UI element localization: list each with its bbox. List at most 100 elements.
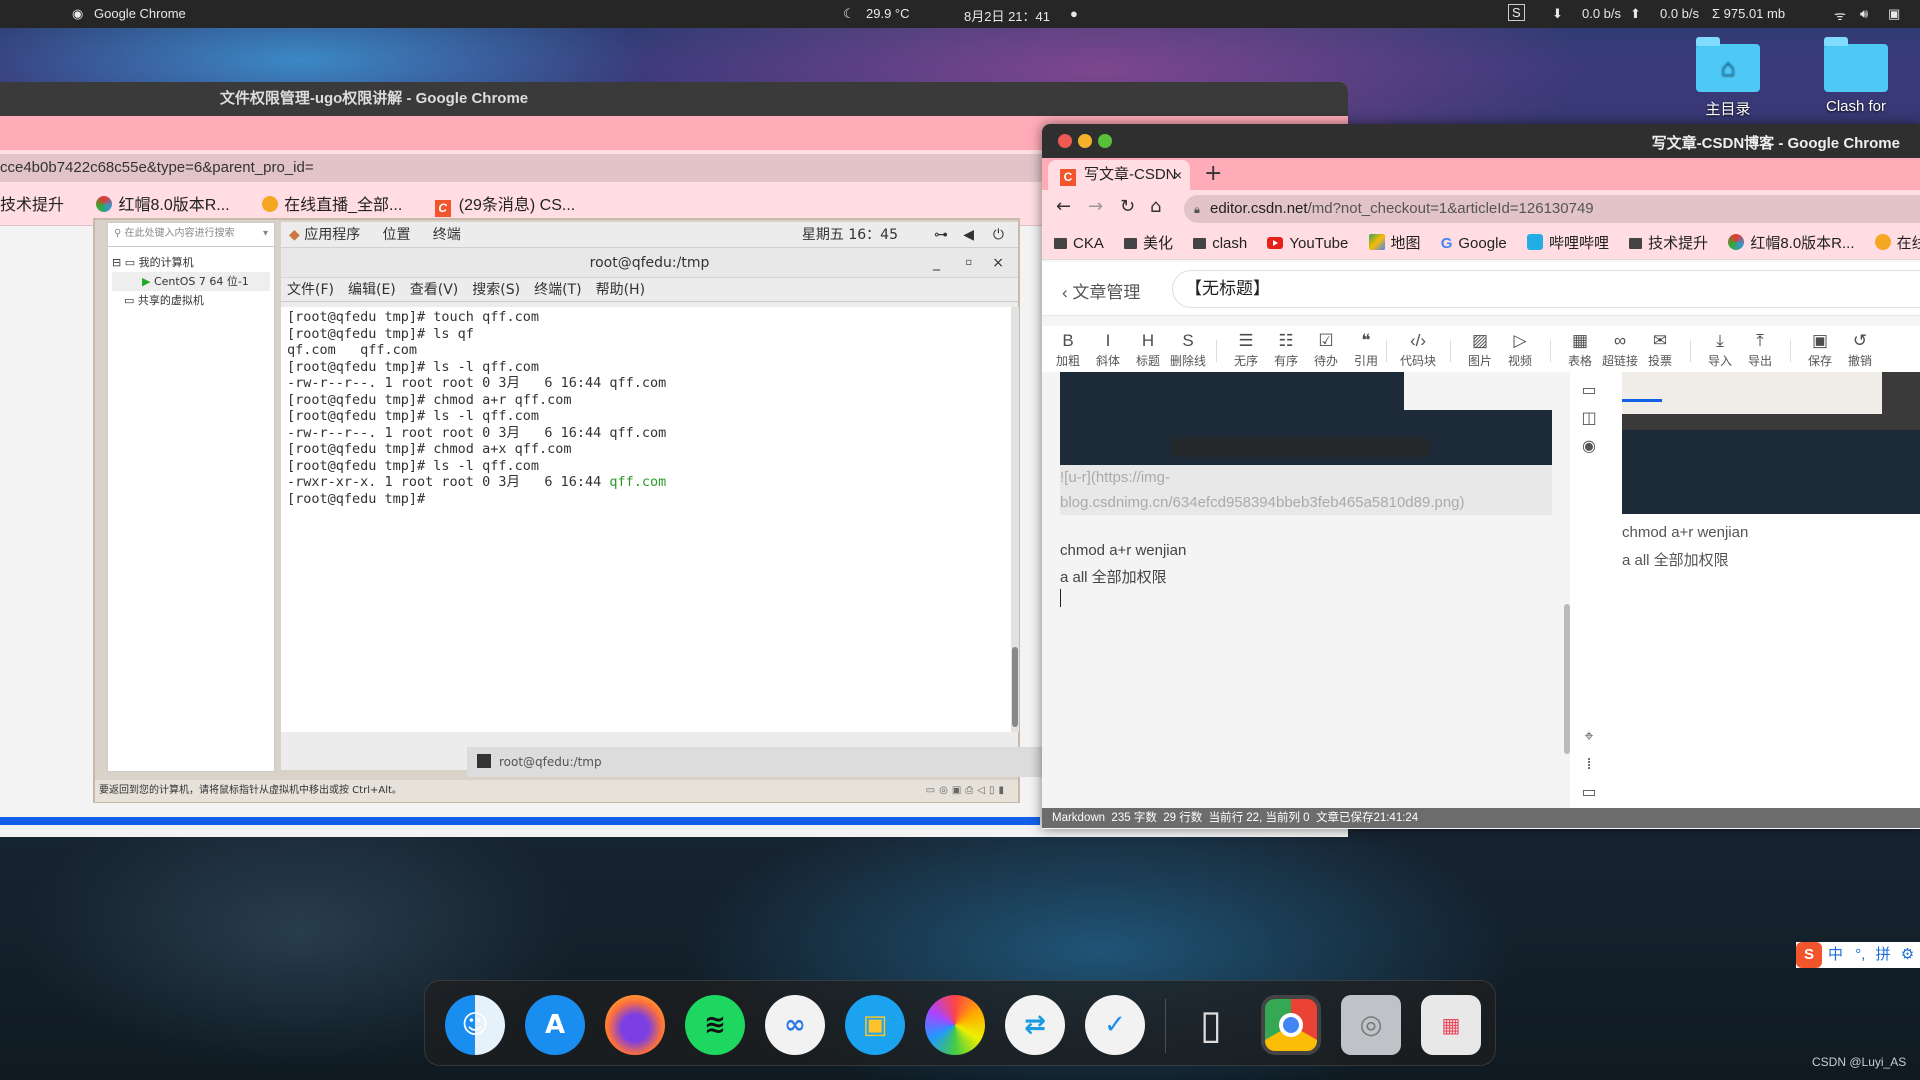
firefox-icon[interactable]: [605, 995, 665, 1055]
toolbar-button[interactable]: ▣ 保存: [1802, 330, 1838, 369]
bookmark-item[interactable]: 哔哩哔哩: [1526, 234, 1609, 252]
menu-file[interactable]: 文件(F): [287, 282, 334, 298]
new-tab-button[interactable]: +: [1204, 160, 1222, 188]
vm-guest-screen[interactable]: ◆ 应用程序 位置 终端 星期五 16：45 ⊶ ◀ ⏻ root@qfedu:…: [281, 222, 1197, 777]
bookmark-item[interactable]: 在线直播_全部...: [262, 196, 416, 214]
menu-help[interactable]: 帮助(H): [596, 282, 645, 298]
clock[interactable]: 8月2日 21：41: [964, 6, 1050, 25]
maximize-icon[interactable]: ▫: [965, 248, 972, 278]
taskbar-terminal-item[interactable]: root@qfedu:/tmp: [499, 755, 602, 769]
bookmark-item[interactable]: C (29条消息) CS...: [434, 197, 589, 217]
teamviewer-icon[interactable]: ⇄: [1005, 995, 1065, 1055]
desktop-icon-clash[interactable]: Clash for: [1811, 37, 1901, 115]
app-store-icon[interactable]: A: [525, 995, 585, 1055]
gnome-menu-places[interactable]: 位置: [382, 227, 410, 243]
bookmark-item[interactable]: 技术提升: [0, 197, 78, 214]
ime-pinyin[interactable]: 拼: [1876, 946, 1891, 963]
gear-icon[interactable]: ⚙: [1901, 946, 1914, 963]
bookmark-item[interactable]: clash: [1193, 235, 1247, 252]
minimize-icon[interactable]: _: [933, 248, 940, 278]
bookmark-item[interactable]: 红帽8.0版本R...: [96, 196, 243, 214]
gnome-menu-terminal[interactable]: 终端: [433, 227, 461, 243]
sync-scroll-icon[interactable]: ⁞: [1580, 754, 1598, 773]
vm-device-icons[interactable]: ▭◎▣⎙◁▯▮: [926, 780, 1008, 802]
menu-terminal[interactable]: 终端(T): [534, 282, 581, 298]
toolbar-button[interactable]: I 斜体: [1090, 330, 1126, 369]
toolbar-button[interactable]: ☰ 无序: [1228, 330, 1264, 369]
forward-icon[interactable]: →: [1088, 196, 1103, 217]
photos-icon[interactable]: [925, 995, 985, 1055]
address-bar[interactable]: 🔒︎ editor.csdn.net/md?not_checkout=1&arti…: [1184, 195, 1920, 223]
vm-search-input[interactable]: ⚲ 在此处键入内容进行搜索 ▾: [108, 223, 274, 247]
dropdown-icon[interactable]: ▾: [263, 223, 268, 245]
toolbar-button[interactable]: ✉ 投票: [1642, 330, 1678, 369]
split-view-icon[interactable]: ◫: [1580, 408, 1598, 427]
toolbar-button[interactable]: ∞ 超链接: [1602, 330, 1638, 369]
bookmark-item[interactable]: 在线: [1874, 234, 1920, 252]
chrome-icon[interactable]: [1261, 995, 1321, 1055]
menu-edit[interactable]: 编辑(E): [348, 282, 396, 298]
volume-icon[interactable]: ◀: [963, 222, 974, 248]
reload-icon[interactable]: ↻: [1120, 196, 1135, 217]
editor-only-icon[interactable]: ▭: [1580, 380, 1598, 399]
battery-icon[interactable]: ▣: [1888, 6, 1900, 22]
sogou-icon[interactable]: S: [1796, 942, 1822, 968]
toolbar-button[interactable]: ☑ 待办: [1308, 330, 1344, 369]
toolbar-button[interactable]: B 加粗: [1050, 330, 1086, 369]
bookmark-item[interactable]: CKA: [1054, 235, 1104, 252]
finder-icon[interactable]: ☺: [445, 995, 505, 1055]
toolbar-button[interactable]: ‹/› 代码块: [1400, 330, 1436, 369]
desktop-icon-home[interactable]: ⌂ 主目录: [1683, 37, 1773, 119]
toolbar-button[interactable]: ⤓ 导入: [1702, 330, 1738, 369]
bookmark-item[interactable]: 红帽8.0版本R...: [1728, 234, 1855, 252]
volume-icon[interactable]: 🔊︎: [1860, 6, 1868, 22]
bookmark-item[interactable]: 美化: [1124, 235, 1173, 252]
power-icon[interactable]: ⏻: [993, 222, 1004, 248]
network-icon[interactable]: ⊶: [934, 222, 948, 248]
close-window-button[interactable]: [1058, 134, 1072, 148]
spotify-icon[interactable]: ≋: [685, 995, 745, 1055]
toolbar-button[interactable]: H 标题: [1130, 330, 1166, 369]
terminal-output[interactable]: [root@qfedu tmp]# touch qff.com [root@qfe…: [281, 307, 1011, 732]
maximize-window-button[interactable]: [1098, 134, 1112, 148]
todo-icon[interactable]: ✓: [1085, 995, 1145, 1055]
minimize-window-button[interactable]: [1078, 134, 1092, 148]
back-to-article-management[interactable]: ‹ 文章管理: [1062, 278, 1140, 303]
toc-icon[interactable]: ▭: [1580, 782, 1598, 801]
menu-search[interactable]: 搜索(S): [472, 282, 520, 298]
toolbar-button[interactable]: ▨ 图片: [1462, 330, 1498, 369]
preview-eye-icon[interactable]: ◉: [1580, 436, 1598, 455]
toolbar-button[interactable]: S 删除线: [1170, 330, 1206, 369]
trash-icon[interactable]: ▯: [1181, 995, 1241, 1055]
menu-view[interactable]: 查看(V): [410, 282, 459, 298]
toolbar-button[interactable]: ⤒ 导出: [1742, 330, 1778, 369]
tree-item-my-computer[interactable]: ⊟ ▭ 我的计算机: [112, 253, 270, 272]
bookmark-item[interactable]: 地图: [1368, 234, 1421, 252]
back-icon[interactable]: ←: [1056, 196, 1071, 217]
gnome-clock[interactable]: 星期五 16：45: [802, 222, 898, 248]
bookmark-item[interactable]: 技术提升: [1629, 235, 1708, 252]
tree-item-centos[interactable]: ▶ CentOS 7 64 位-1: [112, 272, 270, 291]
wifi-icon[interactable]: ᯤ: [1834, 6, 1846, 24]
scrollbar-thumb[interactable]: [1012, 647, 1018, 727]
toolbar-button[interactable]: ☷ 有序: [1268, 330, 1304, 369]
toolbar-button[interactable]: ↺ 撤销: [1842, 330, 1878, 369]
home-icon[interactable]: ⌂: [1150, 196, 1161, 217]
toolbar-button[interactable]: ▷ 视频: [1502, 330, 1538, 369]
toolbar-button[interactable]: ▦ 表格: [1562, 330, 1598, 369]
ime-toolbar[interactable]: S中 °, 拼 ⚙: [1796, 942, 1920, 968]
gnome-menu-apps[interactable]: 应用程序: [304, 227, 360, 243]
tab-csdn-editor[interactable]: C写文章-CSDN博客 ×: [1048, 160, 1190, 213]
tab-close-icon[interactable]: ×: [1174, 160, 1182, 190]
baidu-netdisk-icon[interactable]: ∞: [765, 995, 825, 1055]
ime-mode[interactable]: 中: [1828, 946, 1843, 963]
wps-icon[interactable]: ▣: [845, 995, 905, 1055]
terminal-scrollbar[interactable]: [1011, 307, 1019, 732]
markdown-editor[interactable]: ![u-r](https://img- blog.csdnimg.cn/634e…: [1042, 372, 1570, 812]
bookmark-item[interactable]: G Google: [1441, 235, 1507, 252]
locate-icon[interactable]: ⌖: [1580, 726, 1598, 746]
ime-punctuation[interactable]: °,: [1855, 946, 1865, 963]
article-title-input[interactable]: 【无标题】: [1172, 270, 1920, 308]
tree-item-shared[interactable]: ▭ 共享的虚拟机: [112, 291, 270, 310]
bookmark-item[interactable]: YouTube: [1267, 235, 1348, 252]
